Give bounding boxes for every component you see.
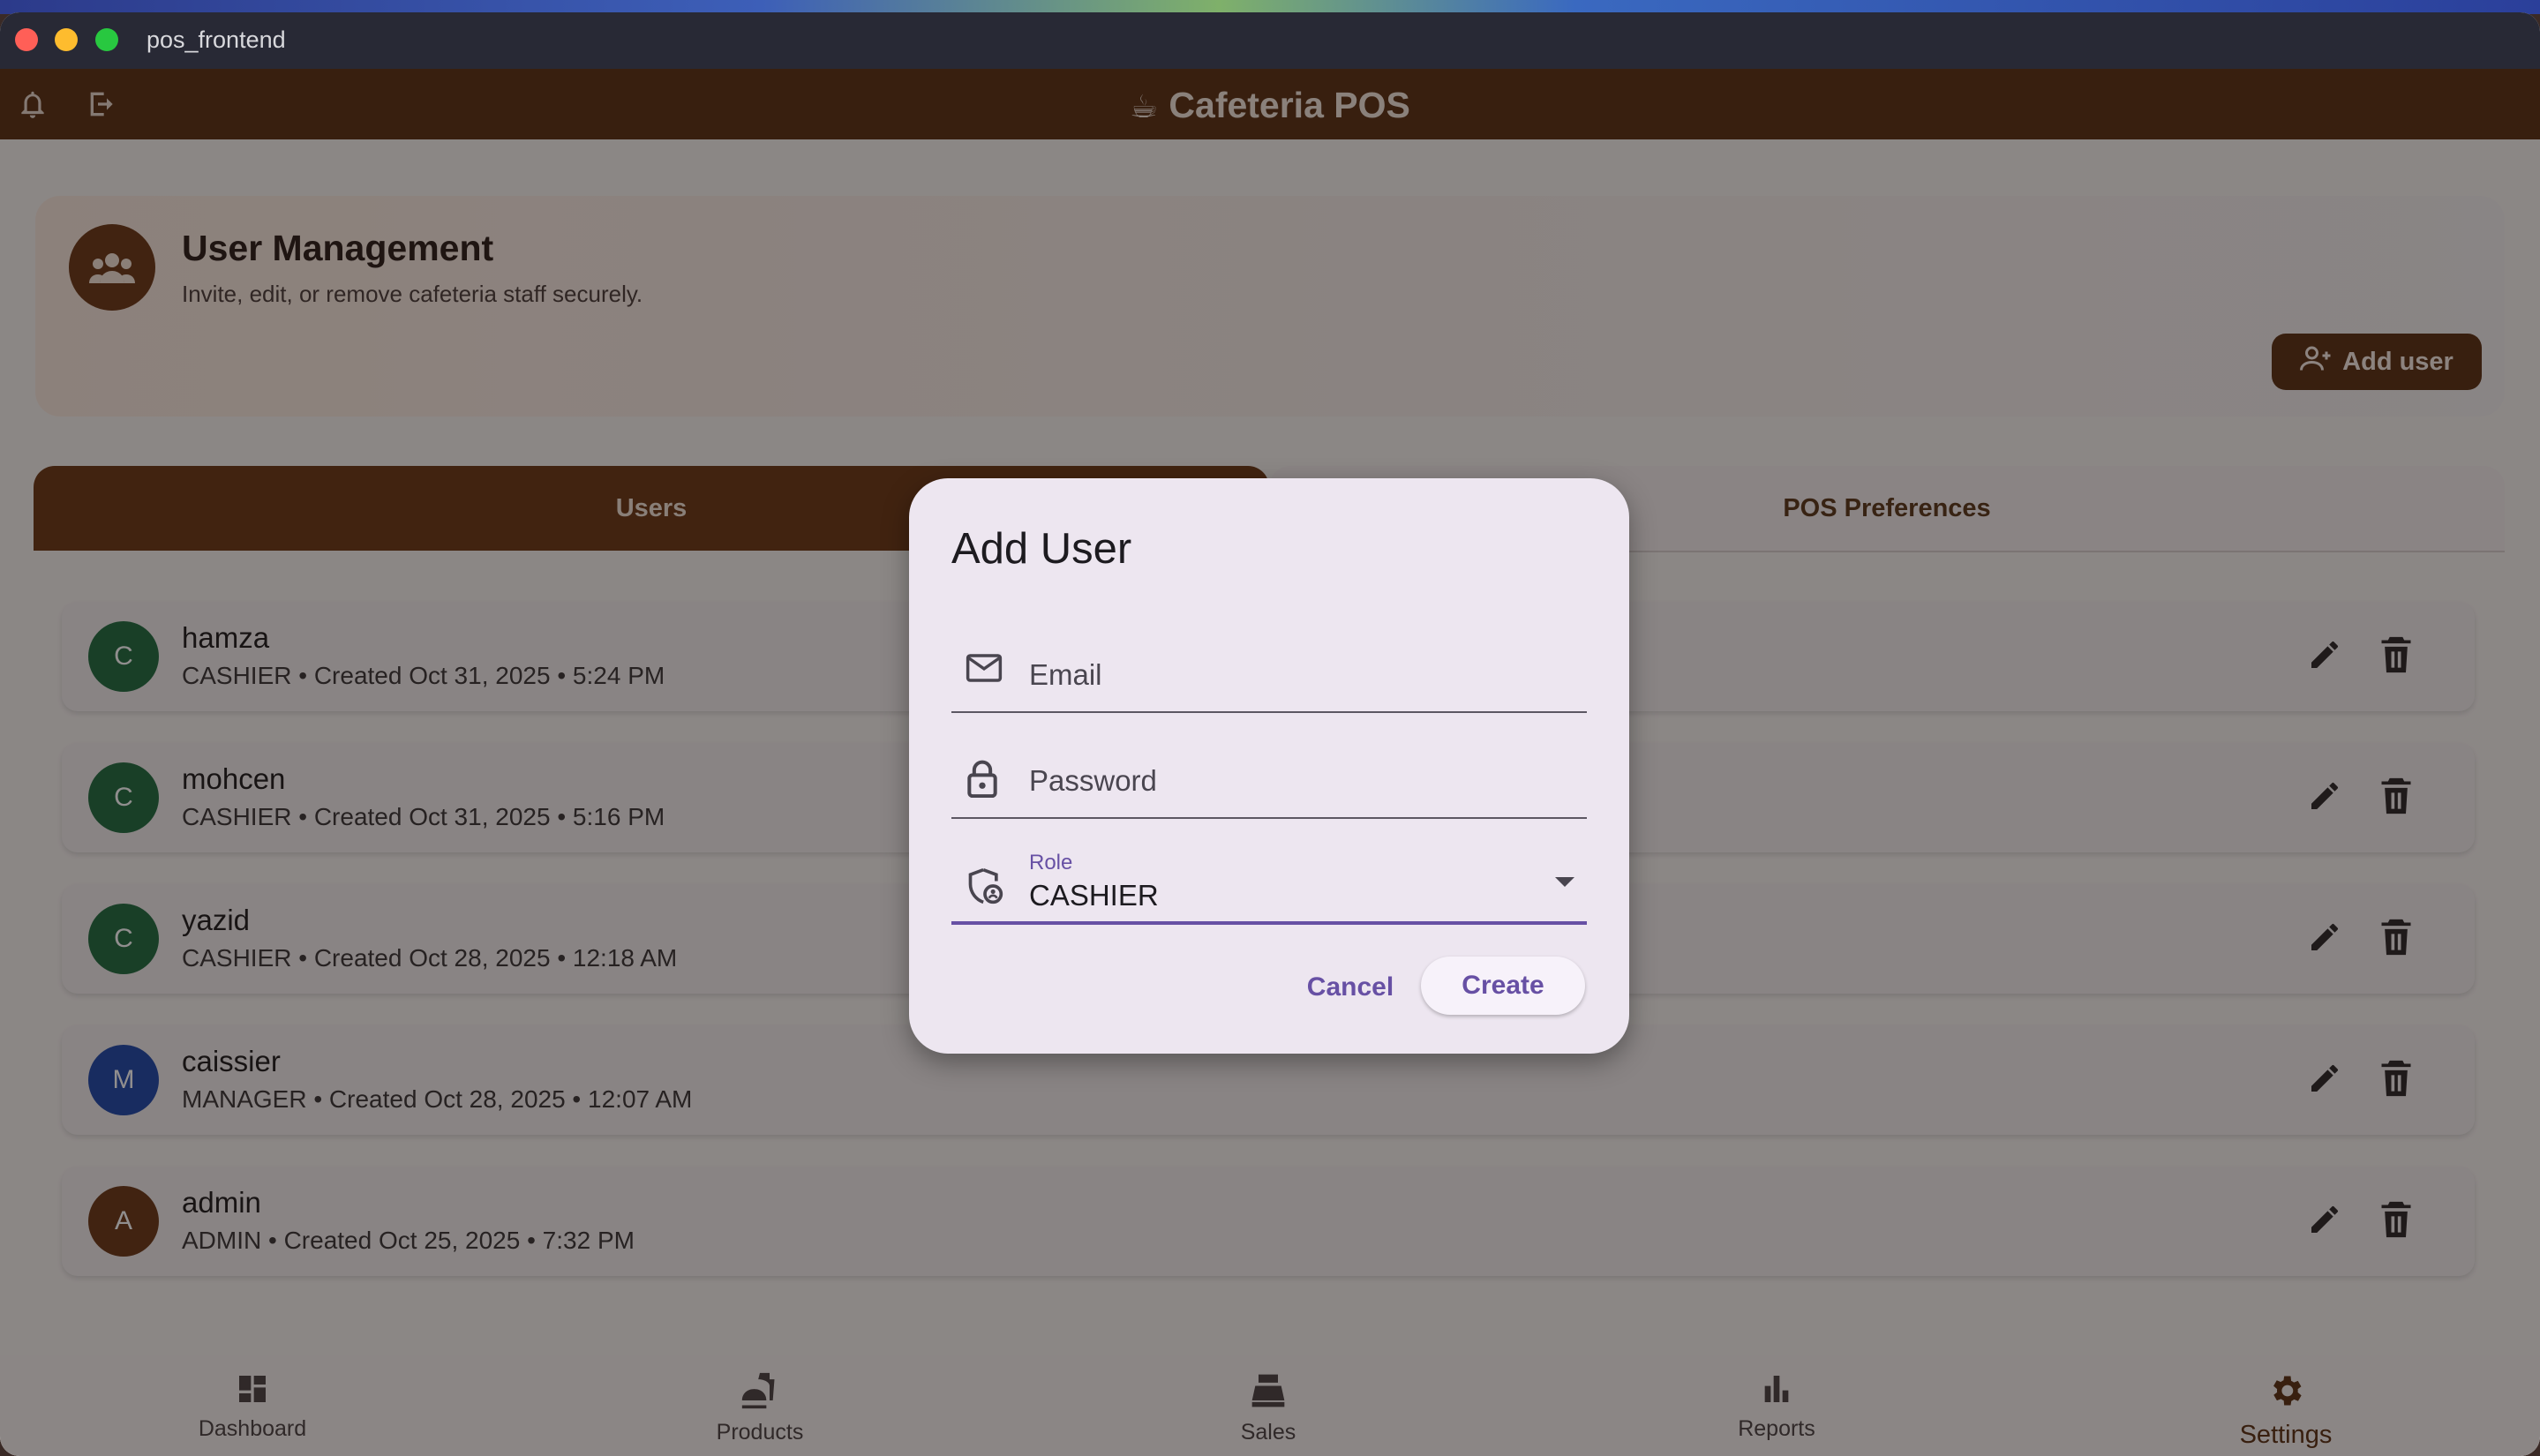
role-label: Role: [1029, 851, 1073, 874]
window-titlebar: pos_frontend: [0, 12, 2540, 69]
create-button[interactable]: Create: [1421, 957, 1585, 1015]
dropdown-arrow-icon[interactable]: [1555, 877, 1574, 887]
maximize-window-button[interactable]: [95, 28, 118, 51]
dialog-title: Add User: [951, 525, 1132, 573]
mail-icon: [966, 653, 1003, 687]
minimize-window-button[interactable]: [55, 28, 78, 51]
role-select[interactable]: Role CASHIER: [951, 837, 1587, 925]
window-title: pos_frontend: [147, 26, 286, 53]
add-user-dialog: Add User Email Password Role CASHIER Can…: [909, 478, 1629, 1054]
email-placeholder: Email: [1029, 658, 1102, 691]
cancel-button[interactable]: Cancel: [1289, 960, 1412, 1015]
role-value: CASHIER: [1029, 879, 1159, 912]
password-field[interactable]: Password: [951, 732, 1587, 819]
password-placeholder: Password: [1029, 764, 1157, 797]
email-field[interactable]: Email: [951, 627, 1587, 713]
close-window-button[interactable]: [15, 28, 38, 51]
app-window: pos_frontend ☕ Cafeteria POS User Managem…: [0, 12, 2540, 1456]
admin-shield-icon: [966, 867, 1004, 910]
lock-icon: [966, 759, 999, 802]
